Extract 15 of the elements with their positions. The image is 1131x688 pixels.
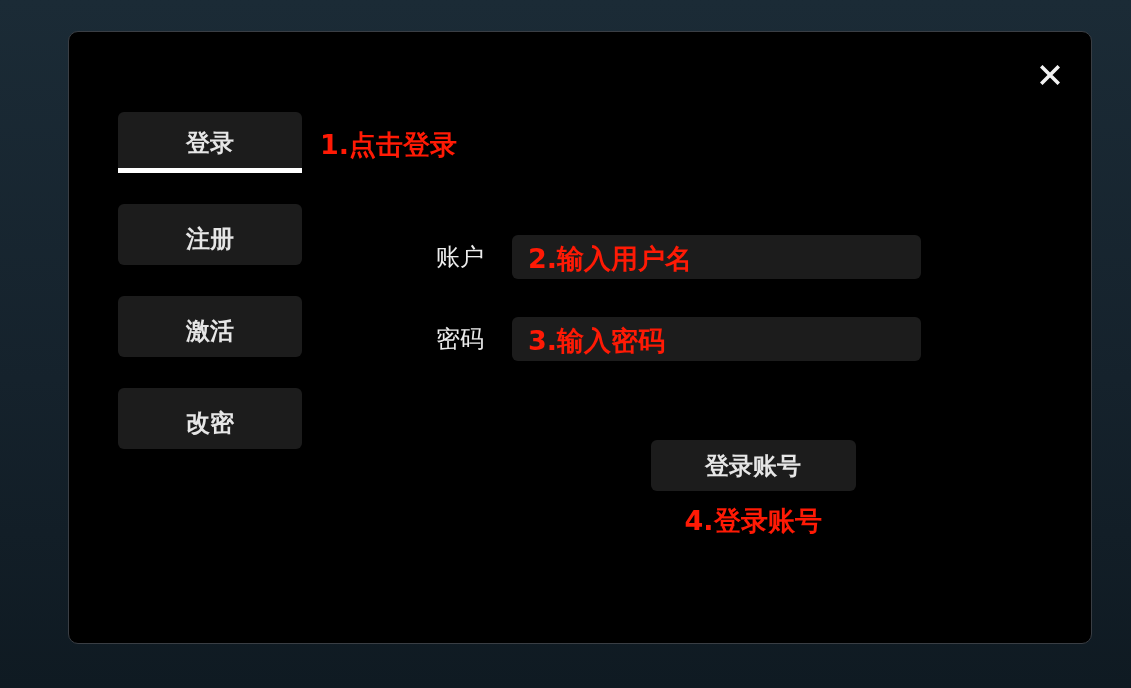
close-icon	[1040, 65, 1060, 85]
close-button[interactable]	[1038, 63, 1062, 87]
tab[interactable]: 改密	[118, 388, 302, 449]
tab[interactable]: 登录	[118, 112, 302, 173]
input-field[interactable]: 3.输入密码	[512, 317, 921, 361]
instruction-label: 4.登录账号	[684, 504, 822, 538]
field-label: 密码	[436, 324, 485, 355]
input-field[interactable]: 2.输入用户名	[512, 235, 921, 279]
tab[interactable]: 注册	[118, 204, 302, 265]
field-label: 账户	[436, 242, 485, 273]
instruction-label: 3.输入密码	[528, 324, 666, 358]
tab[interactable]: 激活	[118, 296, 302, 357]
instruction-label: 2.输入用户名	[528, 242, 693, 276]
login-button[interactable]: 登录账号	[650, 440, 856, 491]
instruction-label: 1.点击登录	[320, 127, 458, 162]
